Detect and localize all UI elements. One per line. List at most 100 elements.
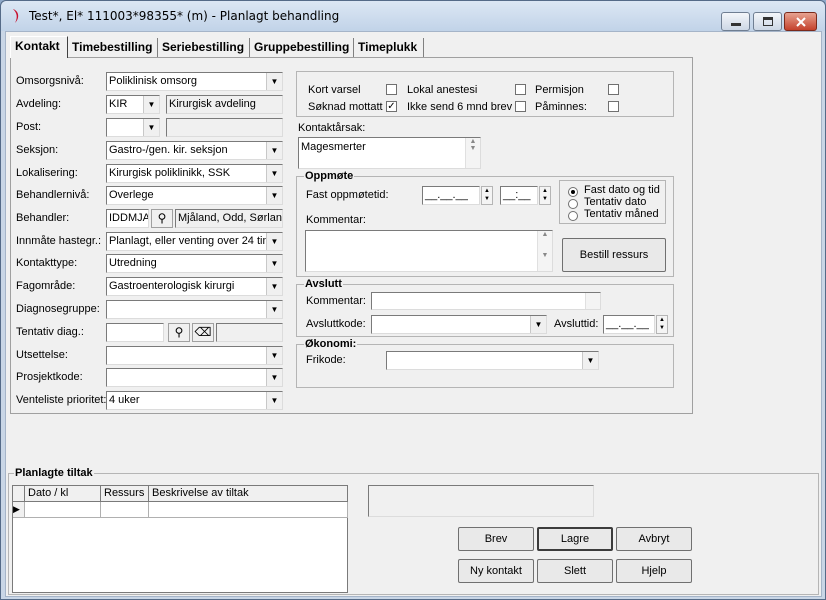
utsettelse-label: Utsettelse: — [16, 349, 68, 361]
tab-label: Timebestilling — [72, 40, 153, 54]
oppmote-kommentar-scrollbar[interactable]: ▲ ▼ — [537, 231, 552, 271]
kontaktarsak-input[interactable]: Magesmerter ▲ ▼ — [298, 137, 481, 169]
lokal-anestesi-label: Lokal anestesi — [407, 84, 478, 96]
oppmote-date-input[interactable]: __.__.__ — [422, 186, 480, 205]
binoculars-icon: ⚲ — [157, 211, 167, 225]
tentativ-diag-name — [216, 323, 283, 342]
dropdown-arrow-icon[interactable]: ▼ — [266, 347, 282, 364]
avdeling-select[interactable]: KIR ▼ — [106, 95, 160, 114]
post-label: Post: — [16, 121, 42, 133]
paminnes-label: Påminnes: — [535, 101, 587, 113]
behandler-code-input[interactable]: IDDMJA — [106, 209, 149, 228]
venteliste-label: Venteliste prioritet: — [16, 394, 107, 406]
lokal-anestesi-checkbox[interactable] — [515, 84, 526, 95]
table-cell[interactable] — [25, 502, 101, 518]
frikode-select[interactable]: ▼ — [386, 351, 599, 370]
omsorgsniva-select[interactable]: Poliklinisk omsorg ▼ — [106, 72, 283, 91]
window-title: Test*, El* 111003*98355* (m) - Planlagt … — [29, 9, 340, 23]
hjelp-button[interactable]: Hjelp — [616, 559, 692, 583]
lagre-button[interactable]: Lagre — [537, 527, 613, 551]
kort-varsel-checkbox[interactable] — [386, 84, 397, 95]
soknad-mottatt-label: Søknad mottatt — [308, 101, 383, 113]
dropdown-arrow-icon[interactable]: ▼ — [266, 142, 282, 159]
tentativ-diag-input[interactable] — [106, 323, 164, 342]
avslutt-kommentar-input[interactable] — [371, 292, 601, 310]
prosjektkode-select[interactable]: ▼ — [106, 368, 283, 387]
ikke-send-label: Ikke send 6 mnd brev — [407, 101, 513, 113]
behandlerniva-value: Overlege — [109, 189, 154, 201]
radio-tentativ-maned-label: Tentativ måned — [584, 208, 659, 220]
behandlerniva-select[interactable]: Overlege ▼ — [106, 186, 283, 205]
brev-button[interactable]: Brev — [458, 527, 534, 551]
oppmote-kommentar-input[interactable]: ▲ ▼ — [305, 230, 553, 272]
tab-kontakt[interactable]: Kontakt — [10, 36, 68, 58]
avslutt-title: Avslutt — [304, 278, 343, 290]
dropdown-arrow-icon[interactable]: ▼ — [143, 119, 159, 136]
oppmote-date-value: __.__.__ — [425, 189, 468, 201]
dropdown-arrow-icon[interactable]: ▼ — [582, 352, 598, 369]
tab-timeplukk[interactable]: Timeplukk — [354, 38, 424, 57]
radio-fast-dato[interactable] — [568, 187, 578, 197]
tab-gruppebestilling[interactable]: Gruppebestilling — [250, 38, 354, 57]
dropdown-arrow-icon[interactable]: ▼ — [266, 73, 282, 90]
dropdown-arrow-icon[interactable]: ▼ — [266, 301, 282, 318]
behandler-search-button[interactable]: ⚲ — [151, 209, 173, 228]
close-button[interactable] — [784, 12, 817, 31]
avsluttkode-select[interactable]: ▼ — [371, 315, 547, 334]
tab-timebestilling[interactable]: Timebestilling — [68, 38, 158, 57]
post-select[interactable]: ▼ — [106, 118, 160, 137]
utsettelse-select[interactable]: ▼ — [106, 346, 283, 365]
innmate-select[interactable]: Planlagt, eller venting over 24 timer ▼ — [106, 232, 283, 251]
diagnosegruppe-select[interactable]: ▼ — [106, 300, 283, 319]
ikke-send-checkbox[interactable] — [515, 101, 526, 112]
permisjon-checkbox[interactable] — [608, 84, 619, 95]
kontaktarsak-value: Magesmerter — [301, 141, 366, 153]
ny-kontakt-button[interactable]: Ny kontakt — [458, 559, 534, 583]
venteliste-select[interactable]: 4 uker ▼ — [106, 391, 283, 410]
dropdown-arrow-icon[interactable]: ▼ — [143, 96, 159, 113]
column-header-beskrivelse[interactable]: Beskrivelse av tiltak — [149, 486, 348, 502]
dropdown-arrow-icon[interactable]: ▼ — [266, 255, 282, 272]
kontaktarsak-scrollbar[interactable]: ▲ ▼ — [465, 138, 480, 168]
tentativ-diag-clear-button[interactable]: ⌫ — [192, 323, 214, 342]
minimize-button[interactable] — [721, 12, 750, 31]
radio-tentativ-maned[interactable] — [568, 211, 578, 221]
dropdown-arrow-icon[interactable]: ▼ — [266, 392, 282, 409]
column-header-ressurs[interactable]: Ressurs — [101, 486, 149, 502]
dropdown-arrow-icon[interactable]: ▼ — [530, 316, 546, 333]
avsluttid-input[interactable]: __.__.__ — [603, 315, 655, 334]
dropdown-arrow-icon[interactable]: ▼ — [266, 369, 282, 386]
soknad-mottatt-checkbox[interactable]: ✓ — [386, 101, 397, 112]
tab-seriebestilling[interactable]: Seriebestilling — [158, 38, 250, 57]
bestill-ressurs-button[interactable]: Bestill ressurs — [562, 238, 666, 272]
maximize-button[interactable] — [753, 12, 782, 31]
oppmote-time-spinner[interactable]: ▲ ▼ — [539, 186, 551, 205]
behandler-label: Behandler: — [16, 212, 70, 224]
dropdown-arrow-icon[interactable]: ▼ — [266, 233, 282, 250]
dropdown-arrow-icon[interactable]: ▼ — [266, 165, 282, 182]
dropdown-arrow-icon[interactable]: ▼ — [266, 278, 282, 295]
paminnes-checkbox[interactable] — [608, 101, 619, 112]
avsluttid-spinner[interactable]: ▲ ▼ — [656, 315, 668, 334]
avsluttkode-label: Avsluttkode: — [306, 318, 366, 330]
radio-fast-dato-label: Fast dato og tid — [584, 184, 660, 196]
oppmote-date-spinner[interactable]: ▲ ▼ — [481, 186, 493, 205]
slett-button[interactable]: Slett — [537, 559, 613, 583]
table-cell[interactable] — [149, 502, 348, 518]
tentativ-diag-search-button[interactable]: ⚲ — [168, 323, 190, 342]
seksjon-select[interactable]: Gastro-/gen. kir. seksjon ▼ — [106, 141, 283, 160]
kontakttype-select[interactable]: Utredning ▼ — [106, 254, 283, 273]
table-cell[interactable] — [101, 502, 149, 518]
oppmote-time-input[interactable]: __:__ — [500, 186, 538, 205]
fagomrade-select[interactable]: Gastroenterologisk kirurgi ▼ — [106, 277, 283, 296]
tiltak-table[interactable]: Dato / kl Ressurs Beskrivelse av tiltak … — [12, 485, 348, 593]
dropdown-arrow-icon[interactable]: ▼ — [266, 187, 282, 204]
column-header-dato[interactable]: Dato / kl — [25, 486, 101, 502]
lokalisering-select[interactable]: Kirurgisk poliklinikk, SSK ▼ — [106, 164, 283, 183]
avbryt-button[interactable]: Avbryt — [616, 527, 692, 551]
avdeling-name-text: Kirurgisk avdeling — [169, 98, 256, 110]
avslutt-kommentar-scrollbar[interactable] — [585, 293, 600, 309]
okonomi-group: Økonomi: Frikode: ▼ — [296, 338, 674, 388]
avdeling-name: Kirurgisk avdeling — [166, 95, 283, 114]
radio-tentativ-dato[interactable] — [568, 199, 578, 209]
